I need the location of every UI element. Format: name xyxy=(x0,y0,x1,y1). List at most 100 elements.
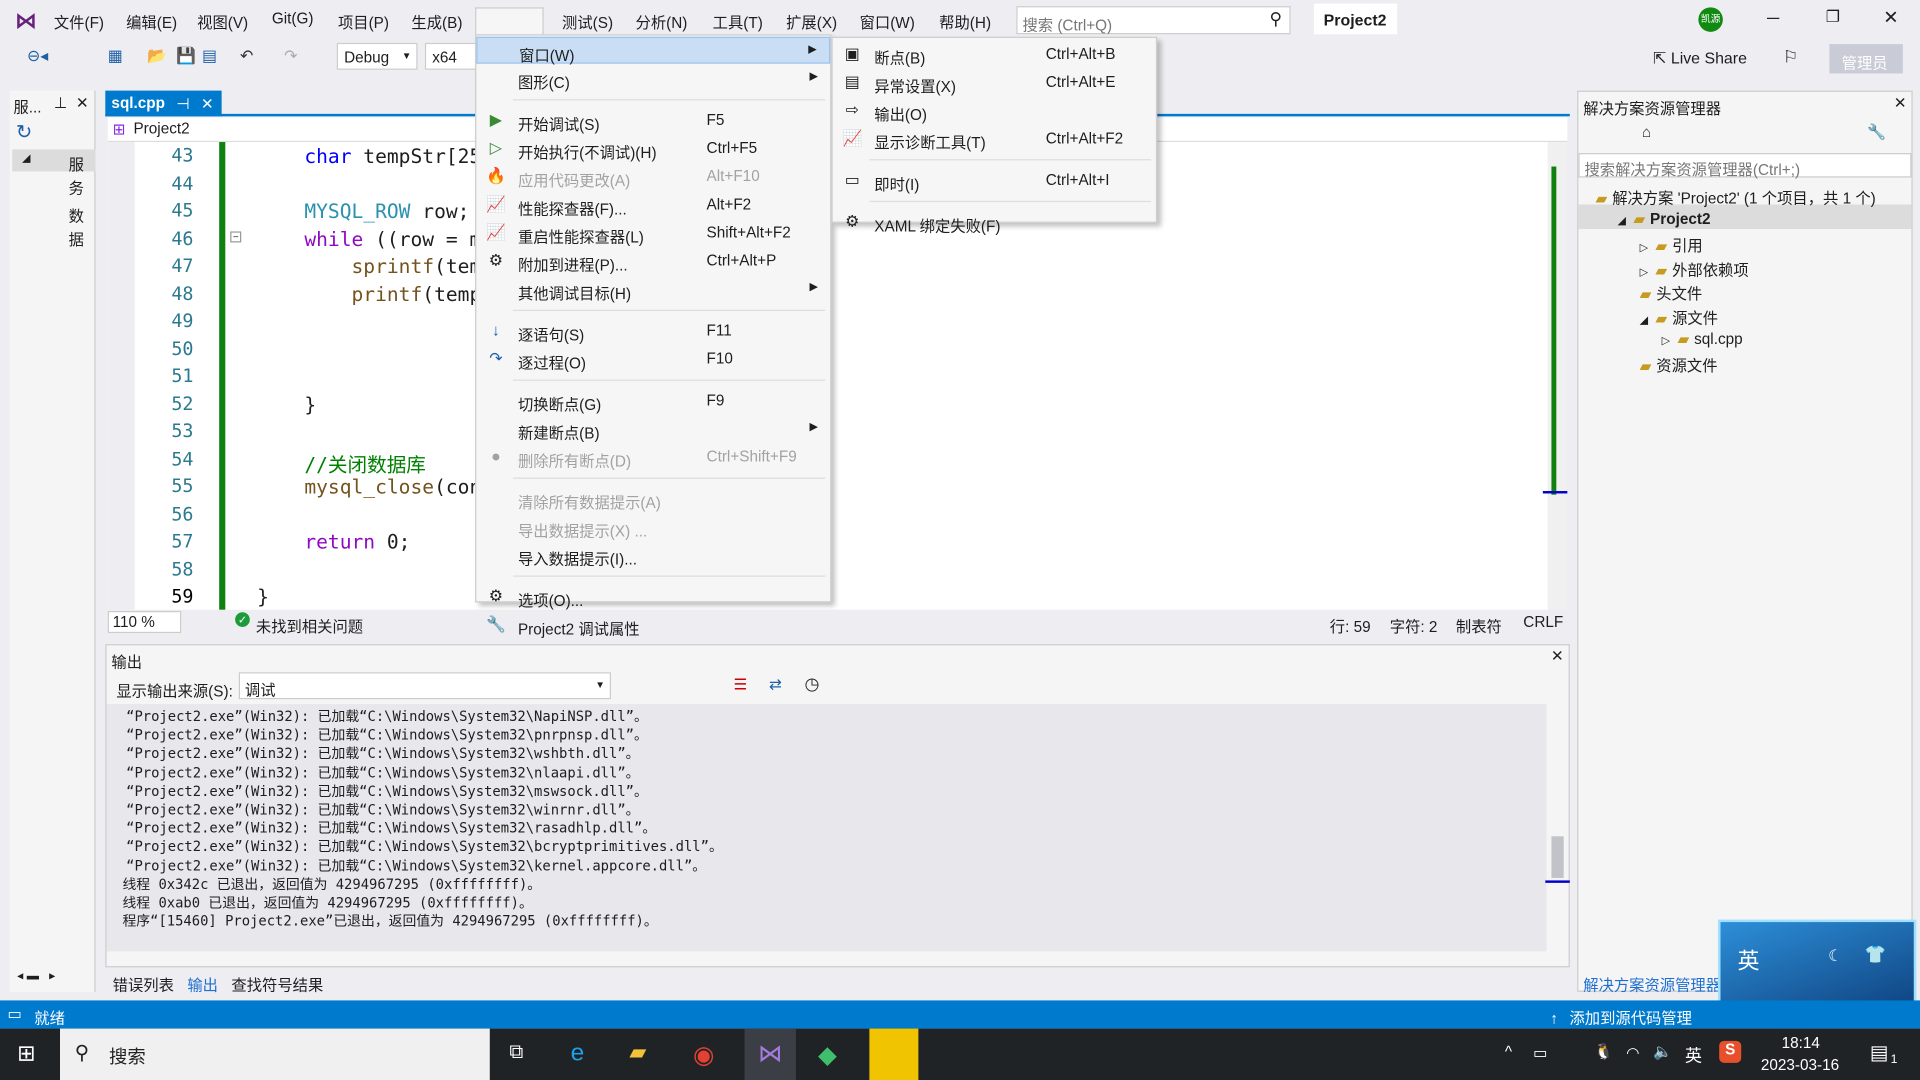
menu-item[interactable]: ↓ 逐语句(S) F11 xyxy=(476,317,830,344)
tree-item[interactable]: ▰ 头文件 xyxy=(1640,281,1703,304)
menu-item[interactable]: 工具(T) xyxy=(713,10,763,33)
sogou-icon[interactable]: S xyxy=(1719,1040,1742,1063)
code-line[interactable]: while ((row = m xyxy=(257,227,481,250)
close-window-button[interactable]: ✕ xyxy=(1883,6,1898,28)
platform-dropdown[interactable]: x64 xyxy=(424,42,477,70)
expand-icon[interactable]: ▷ xyxy=(1640,241,1648,253)
menu-item[interactable]: 窗口(W) xyxy=(860,10,915,33)
menu-item[interactable]: 编辑(E) xyxy=(126,10,177,33)
tree-item-selected[interactable]: ◢ 服务 xyxy=(12,149,96,197)
code-line[interactable]: printf(temp xyxy=(257,282,482,305)
menu-item[interactable]: 切换断点(G) F9 xyxy=(476,387,830,414)
clock-date[interactable]: 2023-03-16 xyxy=(1761,1057,1839,1074)
open-icon[interactable]: 📂 xyxy=(147,47,167,69)
source-dropdown[interactable]: 调试 ▼ xyxy=(238,672,612,700)
code-line[interactable]: //关闭数据库 xyxy=(257,448,426,477)
menu-item[interactable]: ▷ 开始执行(不调试)(H) Ctrl+F5 xyxy=(476,135,830,161)
expand-icon[interactable]: ▷ xyxy=(1662,334,1670,346)
edge-icon[interactable]: e xyxy=(571,1040,585,1068)
collapse-icon[interactable]: − xyxy=(230,231,242,243)
start-button[interactable]: ⊞ xyxy=(17,1041,35,1067)
menu-item[interactable]: ▤ 异常设置(X) Ctrl+Alt+E xyxy=(833,69,1156,95)
bottom-tab[interactable]: 查找符号结果 xyxy=(231,972,323,995)
code-line[interactable]: MYSQL_ROW row; xyxy=(257,200,469,223)
tree-item-database[interactable]: 数据 xyxy=(69,203,95,250)
close-icon[interactable]: ✕ xyxy=(1894,93,1907,111)
menu-item[interactable]: ⇨ 输出(O) xyxy=(833,97,1156,123)
close-icon[interactable]: ✕ xyxy=(1551,647,1564,665)
menu-item[interactable]: 🔧 Project2 调试属性 xyxy=(476,611,830,638)
menu-item[interactable]: Git(G) xyxy=(272,10,314,27)
menu-item[interactable]: ▭ 即时(I) Ctrl+Alt+I xyxy=(833,167,1156,193)
feedback-icon[interactable]: ⚐ xyxy=(1783,47,1798,68)
close-tab-icon[interactable]: ✕ xyxy=(201,94,214,113)
menu-item[interactable]: 📈 显示诊断工具(T) Ctrl+Alt+F2 xyxy=(833,125,1156,152)
live-share-button[interactable]: ⇱ Live Share xyxy=(1653,49,1747,69)
menu-item[interactable]: 导入数据提示(I)... xyxy=(476,541,830,568)
code-line[interactable]: } xyxy=(257,585,269,608)
save-all-icon[interactable]: ▤ xyxy=(202,47,217,69)
menu-item[interactable]: 视图(V) xyxy=(197,10,248,33)
word-wrap-icon[interactable]: ⇄ xyxy=(769,675,782,693)
code-line[interactable]: return 0; xyxy=(257,530,410,553)
menu-item[interactable]: 新建断点(B) ▶ xyxy=(476,415,830,442)
menu-item[interactable]: 分析(N) xyxy=(636,10,688,33)
menu-item[interactable]: 窗口(W) ▶ xyxy=(476,36,831,65)
undo-icon[interactable]: ↶ xyxy=(240,47,253,69)
indent-mode[interactable]: 制表符 xyxy=(1456,613,1502,636)
solution-search-input[interactable]: 搜索解决方案资源管理器(Ctrl+;) xyxy=(1578,153,1912,179)
menu-item[interactable]: 扩展(X) xyxy=(786,10,837,33)
menu-item[interactable]: 图形(C) ▶ xyxy=(476,65,830,92)
home-icon[interactable]: ⌂ xyxy=(1642,124,1651,141)
zoom-dropdown[interactable]: 110 % xyxy=(107,611,182,634)
menu-item[interactable]: ↷ 逐过程(O) F10 xyxy=(476,345,830,372)
output-scrollbar[interactable] xyxy=(1545,704,1570,949)
minimize-button[interactable]: ─ xyxy=(1767,7,1779,27)
clock-time[interactable]: 18:14 xyxy=(1782,1035,1820,1052)
clock-icon[interactable]: ◷ xyxy=(804,673,819,694)
settings-icon[interactable]: 🔧 xyxy=(1867,124,1886,142)
redo-icon[interactable]: ↷ xyxy=(284,47,297,69)
code-line[interactable]: sprintf(tem xyxy=(257,255,482,278)
tree-item[interactable]: ◢ ▰ Project2 xyxy=(1618,209,1711,227)
menu-item[interactable]: ⚙ XAML 绑定失败(F) xyxy=(833,208,1156,235)
solution-explorer-tab[interactable]: 解决方案资源管理器 xyxy=(1583,972,1721,995)
menu-item[interactable]: ⚙ 选项(O)... xyxy=(476,583,830,610)
tree-item[interactable]: ▷ ▰ sql.cpp xyxy=(1662,329,1743,347)
code-line[interactable]: } xyxy=(257,392,316,415)
avatar[interactable]: 凯源 xyxy=(1698,7,1723,32)
vertical-scrollbar[interactable] xyxy=(1542,142,1568,610)
tree-item[interactable]: ▷ ▰ 引用 xyxy=(1640,233,1703,256)
chrome-icon[interactable]: ◉ xyxy=(693,1040,714,1071)
save-icon[interactable]: 💾 xyxy=(176,47,196,69)
tab-sql-cpp[interactable]: sql.cpp ⊣ ✕ xyxy=(105,90,222,117)
restore-button[interactable]: ❐ xyxy=(1826,7,1840,27)
expand-icon[interactable]: ◢ xyxy=(1618,214,1626,226)
pin-icon[interactable]: ⊣ xyxy=(176,94,189,113)
refresh-icon[interactable]: ↻ xyxy=(16,120,32,144)
tree-item[interactable]: ▷ ▰ 外部依赖项 xyxy=(1640,257,1749,280)
menu-item[interactable]: 📈 性能探查器(F)... Alt+F2 xyxy=(476,191,830,218)
task-view-icon[interactable]: ⧉ xyxy=(509,1042,523,1064)
line-ending[interactable]: CRLF xyxy=(1523,613,1563,630)
taskbar-search[interactable]: ⚲ 搜索 xyxy=(60,1028,490,1080)
search-input[interactable]: 搜索 (Ctrl+Q) ⚲ xyxy=(1016,6,1291,35)
horizontal-scrollbar[interactable]: ◂ ▬ ▸ xyxy=(17,970,90,983)
menu-item[interactable]: 项目(P) xyxy=(338,10,389,33)
bottom-tab[interactable]: 输出 xyxy=(187,972,218,995)
visual-studio-icon[interactable]: ⋈ xyxy=(744,1028,796,1080)
source-control-button[interactable]: ↑ 添加到源代码管理 xyxy=(1550,1005,1692,1028)
tray-chevron-icon[interactable]: ^ xyxy=(1505,1043,1512,1060)
menu-item[interactable]: 📈 重启性能探查器(L) Shift+Alt+F2 xyxy=(476,219,830,246)
app-icon[interactable]: ◆ xyxy=(818,1040,837,1071)
menu-item[interactable]: 帮助(H) xyxy=(939,10,991,33)
back-icon[interactable]: ⊖◂ xyxy=(27,47,48,69)
wifi-icon[interactable]: ◠ xyxy=(1626,1043,1639,1061)
pin-icon[interactable]: ⊥ xyxy=(54,93,67,111)
code-line[interactable]: char tempStr[25 xyxy=(257,144,481,167)
menu-item[interactable]: 其他调试目标(H) ▶ xyxy=(476,276,830,302)
tree-item[interactable]: ▰ 资源文件 xyxy=(1640,353,1718,376)
menu-item[interactable]: ▣ 断点(B) Ctrl+Alt+B xyxy=(833,40,1156,67)
close-icon[interactable]: ✕ xyxy=(76,93,89,111)
menu-item[interactable]: ⚙ 附加到进程(P)... Ctrl+Alt+P xyxy=(476,247,830,274)
